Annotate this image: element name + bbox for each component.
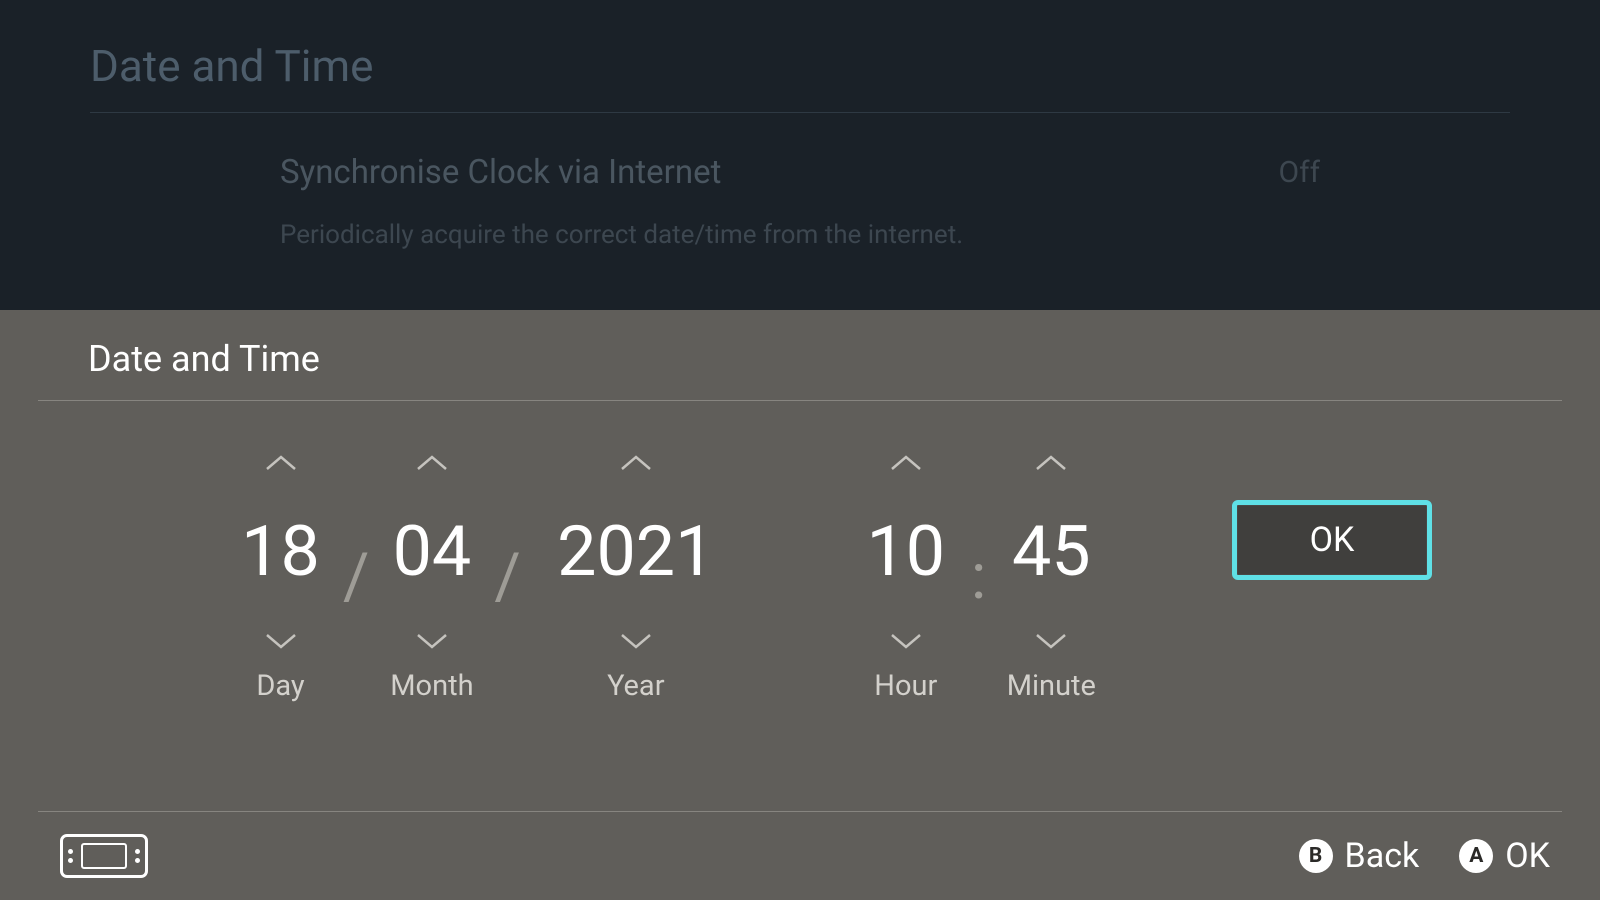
b-key-icon: B xyxy=(1299,839,1333,873)
day-down-icon[interactable] xyxy=(261,629,301,653)
month-up-icon[interactable] xyxy=(412,451,452,475)
footer-back-label: Back xyxy=(1345,836,1420,876)
minute-label: Minute xyxy=(1007,669,1096,703)
month-value: 04 xyxy=(393,475,472,629)
time-separator: : xyxy=(961,545,997,609)
minute-down-icon[interactable] xyxy=(1031,629,1071,653)
footer-bar: B Back A OK xyxy=(0,812,1600,900)
hour-value: 10 xyxy=(866,475,945,629)
time-group: 10 Hour : 45 Minute xyxy=(851,451,1107,703)
hour-spinner[interactable]: 10 Hour xyxy=(851,451,961,703)
hour-down-icon[interactable] xyxy=(886,629,926,653)
footer-ok-button[interactable]: A OK xyxy=(1459,836,1550,876)
date-group: 18 Day / 04 Month / 2021 xyxy=(228,451,741,703)
date-time-picker: 18 Day / 04 Month / 2021 xyxy=(38,401,1562,703)
minute-spinner[interactable]: 45 Minute xyxy=(996,451,1106,703)
controller-icon xyxy=(60,834,148,878)
year-label: Year xyxy=(607,669,664,703)
day-spinner[interactable]: 18 Day xyxy=(228,451,333,703)
month-label: Month xyxy=(390,669,473,703)
year-value: 2021 xyxy=(557,475,714,629)
minute-up-icon[interactable] xyxy=(1031,451,1071,475)
sync-clock-row[interactable]: Synchronise Clock via Internet Off xyxy=(280,153,1320,212)
minute-value: 45 xyxy=(1012,475,1091,629)
a-key-icon: A xyxy=(1459,839,1493,873)
sync-clock-value: Off xyxy=(1279,155,1321,190)
date-separator: / xyxy=(484,545,530,609)
ok-button[interactable]: OK xyxy=(1232,500,1432,580)
hour-up-icon[interactable] xyxy=(886,451,926,475)
day-value: 18 xyxy=(241,475,320,629)
day-label: Day xyxy=(256,669,304,703)
sync-clock-label: Synchronise Clock via Internet xyxy=(280,153,721,192)
footer-ok-label: OK xyxy=(1505,836,1550,876)
hour-label: Hour xyxy=(874,669,937,703)
sync-clock-description: Periodically acquire the correct date/ti… xyxy=(280,212,1320,250)
month-spinner[interactable]: 04 Month xyxy=(379,451,484,703)
modal-title: Date and Time xyxy=(38,310,1562,401)
year-down-icon[interactable] xyxy=(616,629,656,653)
year-up-icon[interactable] xyxy=(616,451,656,475)
page-title: Date and Time xyxy=(90,40,1510,113)
month-down-icon[interactable] xyxy=(412,629,452,653)
year-spinner[interactable]: 2021 Year xyxy=(531,451,741,703)
footer-back-button[interactable]: B Back xyxy=(1299,836,1420,876)
date-time-modal: Date and Time 18 Day / 04 Month xyxy=(0,310,1600,900)
day-up-icon[interactable] xyxy=(261,451,301,475)
date-separator: / xyxy=(333,545,379,609)
